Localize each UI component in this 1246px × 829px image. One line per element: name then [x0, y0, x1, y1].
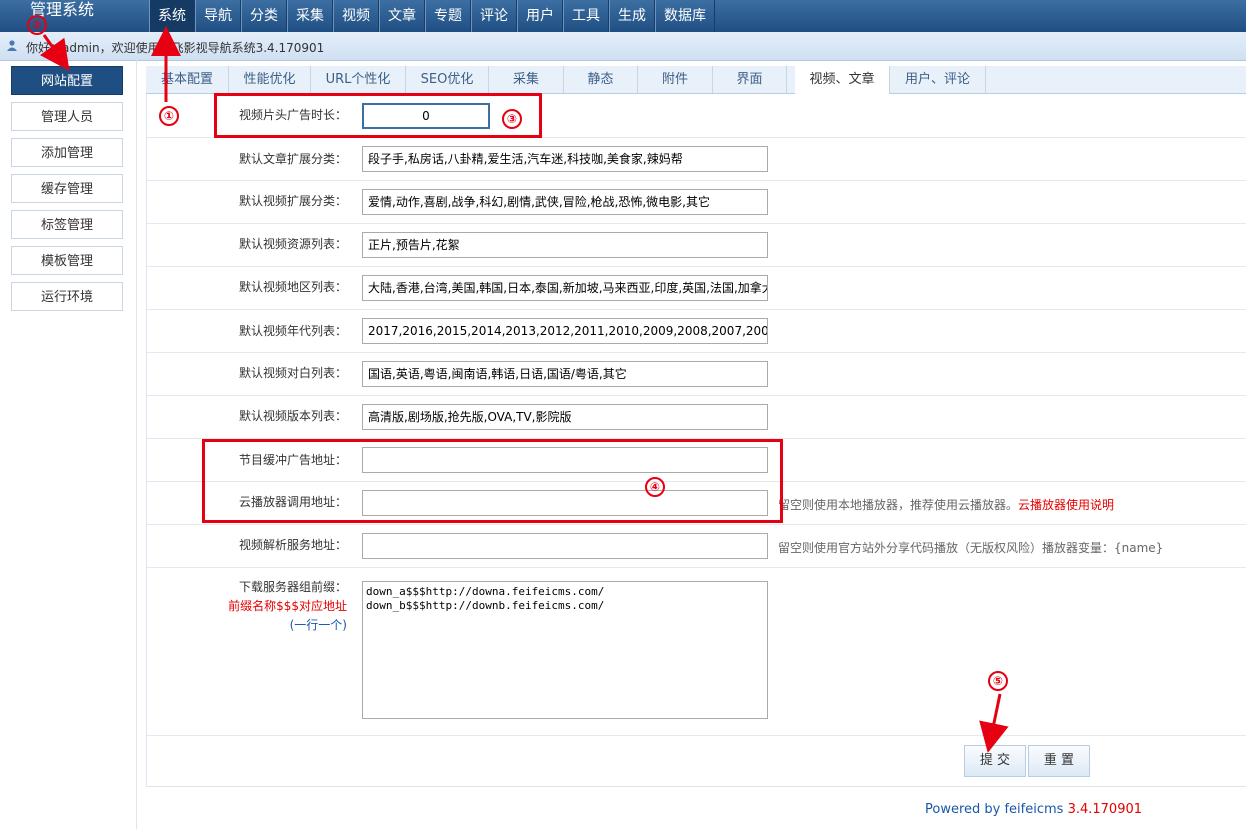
welcome-bar: 你好：admin，欢迎使用：飞影视导航系统3.4.170901 [0, 32, 1246, 61]
form-row: 默认视频地区列表： 大陆,香港,台湾,美国,韩国,日本,泰国,新加坡,马来西亚,… [147, 266, 1246, 310]
parse-service-label: 视频解析服务地址： [238, 538, 347, 552]
sidebar-item-site-config[interactable]: 网站配置 [11, 66, 123, 95]
form-row: 视频解析服务地址： 留空则使用官方站外分享代码播放（无版权风险）播放器变量：{n… [147, 524, 1246, 568]
sidebar-item-admins[interactable]: 管理人员 [11, 102, 123, 131]
video-ext-input[interactable]: 爱情,动作,喜剧,战争,科幻,剧情,武侠,冒险,枪战,恐怖,微电影,其它 [362, 189, 768, 215]
form-row: 默认视频对白列表： 国语,英语,粤语,闽南语,韩语,日语,国语/粤语,其它 [147, 352, 1246, 396]
video-lang-label: 默认视频对白列表： [238, 366, 347, 380]
nav-article[interactable]: 文章 [379, 0, 425, 32]
video-area-input[interactable]: 大陆,香港,台湾,美国,韩国,日本,泰国,新加坡,马来西亚,印度,英国,法国,加… [362, 275, 768, 301]
tab-user-comment[interactable]: 用户、评论 [890, 66, 986, 93]
video-source-label: 默认视频资源列表： [238, 237, 347, 251]
download-prefix-label: 下载服务器组前缀： [238, 580, 347, 594]
user-icon [7, 40, 17, 51]
sidebar: 网站配置 管理人员 添加管理 缓存管理 标签管理 模板管理 运行环境 [0, 60, 137, 829]
cloud-player-note-text: 留空则使用本地播放器，推荐使用云播放器。 [778, 498, 1019, 512]
tab-video-article[interactable]: 视频、文章 [795, 66, 890, 94]
video-lang-input[interactable]: 国语,英语,粤语,闽南语,韩语,日语,国语/粤语,其它 [362, 361, 768, 387]
parse-service-note: 留空则使用官方站外分享代码播放（无版权风险）播放器变量：{name} [778, 541, 1164, 555]
annotation-marker-1: ① [159, 106, 179, 126]
parse-service-input[interactable] [362, 533, 768, 559]
form-row: 默认视频资源列表： 正片,预告片,花絮 [147, 223, 1246, 267]
video-year-input[interactable]: 2017,2016,2015,2014,2013,2012,2011,2010,… [362, 318, 768, 344]
config-tabs: 基本配置 性能优化 URL个性化 SEO优化 采集 静态 附件 界面 邮件 视频… [146, 66, 1246, 94]
annotation-marker-3: ③ [502, 109, 522, 129]
cloud-player-note: 留空则使用本地播放器，推荐使用云播放器。云播放器使用说明 [778, 496, 1114, 513]
welcome-text: 你好：admin，欢迎使用：飞影视导航系统3.4.170901 [26, 41, 325, 55]
nav-category[interactable]: 分类 [241, 0, 287, 32]
video-area-label: 默认视频地区列表： [238, 280, 347, 294]
form-row: 默认文章扩展分类： 段子手,私房话,八卦精,爱生活,汽车迷,科技咖,美食家,辣妈… [147, 137, 1246, 181]
sidebar-item-environment[interactable]: 运行环境 [11, 282, 123, 311]
video-ext-label: 默认视频扩展分类： [238, 194, 347, 208]
annotation-box-3 [214, 93, 542, 138]
nav-tools[interactable]: 工具 [563, 0, 609, 32]
sidebar-item-cache[interactable]: 缓存管理 [11, 174, 123, 203]
article-ext-label: 默认文章扩展分类： [238, 152, 347, 166]
top-navbar: 管理系统 系统 导航 分类 采集 视频 文章 专题 评论 用户 工具 生成 数据… [0, 0, 1246, 32]
tab-collect[interactable]: 采集 [489, 66, 564, 93]
sidebar-item-add-admin[interactable]: 添加管理 [11, 138, 123, 167]
annotation-box-4 [202, 439, 783, 523]
tab-interface[interactable]: 界面 [713, 66, 787, 93]
main-nav: 系统 导航 分类 采集 视频 文章 专题 评论 用户 工具 生成 数据库 [149, 0, 715, 32]
submit-button[interactable]: 提 交 [964, 745, 1026, 777]
form-row: 默认视频版本列表： 高清版,剧场版,抢先版,OVA,TV,影院版 [147, 395, 1246, 439]
annotation-marker-4: ④ [645, 477, 665, 497]
tab-basic[interactable]: 基本配置 [146, 66, 229, 93]
nav-video[interactable]: 视频 [333, 0, 379, 32]
nav-collect[interactable]: 采集 [287, 0, 333, 32]
annotation-marker-2: ② [27, 15, 47, 35]
nav-user[interactable]: 用户 [517, 0, 563, 32]
video-version-label: 默认视频版本列表： [238, 409, 347, 423]
sidebar-item-templates[interactable]: 模板管理 [11, 246, 123, 275]
nav-special[interactable]: 专题 [425, 0, 471, 32]
tab-static[interactable]: 静态 [564, 66, 638, 93]
video-source-input[interactable]: 正片,预告片,花絮 [362, 232, 768, 258]
cloud-player-help-link[interactable]: 云播放器使用说明 [1018, 498, 1114, 512]
video-year-label: 默认视频年代列表： [238, 324, 347, 338]
tab-seo[interactable]: SEO优化 [406, 66, 489, 93]
tab-attachment[interactable]: 附件 [638, 66, 713, 93]
sidebar-item-tags[interactable]: 标签管理 [11, 210, 123, 239]
form-row: 下载服务器组前缀： 前缀名称$$$对应地址 (一行一个) down_a$$$ht… [147, 567, 1246, 736]
reset-button[interactable]: 重 置 [1028, 745, 1090, 777]
download-prefix-textarea[interactable]: down_a$$$http://downa.feifeicms.com/ dow… [362, 581, 768, 719]
article-ext-input[interactable]: 段子手,私房话,八卦精,爱生活,汽车迷,科技咖,美食家,辣妈帮 [362, 146, 768, 172]
tab-performance[interactable]: 性能优化 [229, 66, 311, 93]
footer-powered-text: Powered by feifeicms [925, 802, 1068, 817]
footer-version: 3.4.170901 [1067, 802, 1143, 817]
download-prefix-hint-2: (一行一个) [289, 618, 347, 632]
nav-navigation[interactable]: 导航 [195, 0, 241, 32]
nav-database[interactable]: 数据库 [655, 0, 715, 32]
tab-url[interactable]: URL个性化 [311, 66, 406, 93]
nav-generate[interactable]: 生成 [609, 0, 655, 32]
nav-system[interactable]: 系统 [149, 0, 195, 32]
nav-comment[interactable]: 评论 [471, 0, 517, 32]
footer-powered: Powered by feifeicms 3.4.170901 [925, 802, 1142, 817]
download-prefix-hint: 前缀名称$$$对应地址 [228, 599, 347, 613]
form-row: 默认视频扩展分类： 爱情,动作,喜剧,战争,科幻,剧情,武侠,冒险,枪战,恐怖,… [147, 180, 1246, 224]
form-row: 默认视频年代列表： 2017,2016,2015,2014,2013,2012,… [147, 309, 1246, 353]
annotation-marker-5: ⑤ [988, 671, 1008, 691]
video-version-input[interactable]: 高清版,剧场版,抢先版,OVA,TV,影院版 [362, 404, 768, 430]
